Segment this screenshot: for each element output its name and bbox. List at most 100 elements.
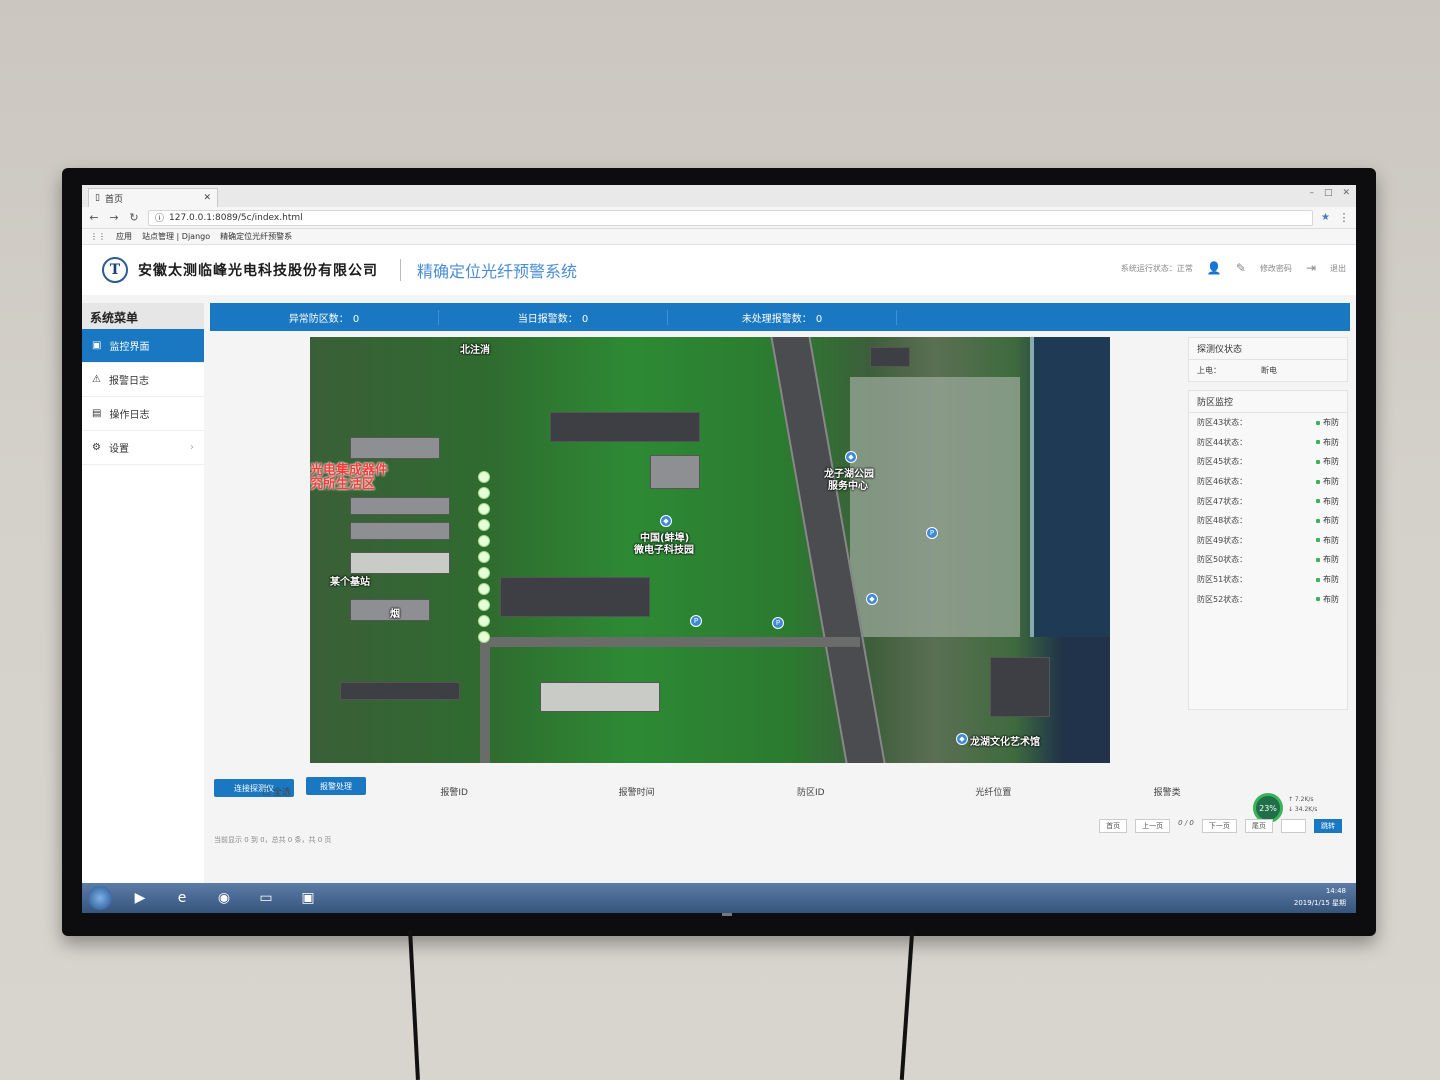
logout-link[interactable]: 退出: [1330, 263, 1346, 274]
chrome-icon[interactable]: ◉: [210, 886, 238, 910]
table-footer-info: 当前显示 0 到 0，总共 0 条，共 0 页: [214, 836, 332, 844]
zone-label: 防区43状态：: [1197, 418, 1248, 428]
stats-bar: 异常防区数： 0 当日报警数： 0 未处理报警数： 0: [210, 303, 1350, 331]
status-led-icon: [1316, 459, 1320, 464]
sidebar-item-settings[interactable]: ⚙ 设置 ›: [82, 431, 204, 465]
media-player-icon[interactable]: ▶: [126, 886, 154, 910]
minimize-icon[interactable]: –: [1309, 188, 1314, 198]
alarm-table-header: ☐ 全选 报警ID 报警时间 防区ID 光纤位置 报警类: [262, 785, 1332, 798]
gear-icon: ⚙: [92, 442, 101, 453]
first-page-button[interactable]: 首页: [1099, 819, 1128, 833]
reload-icon[interactable]: ↻: [128, 211, 140, 224]
fiber-sensor-point[interactable]: [478, 535, 490, 547]
parking-icon[interactable]: P: [690, 615, 702, 627]
close-window-icon[interactable]: ✕: [1342, 188, 1350, 198]
stat-label: 未处理报警数：: [741, 313, 812, 325]
main-area: 系统菜单 ▣ 监控界面 ⚠ 报警日志 ▤ 操作日志 ⚙ 设置 › 异常防区数： 0: [82, 295, 1356, 883]
zone-monitor-title: 防区监控: [1189, 391, 1347, 413]
clock-time[interactable]: 14:48: [1294, 885, 1346, 897]
menu-icon[interactable]: ⋮: [1338, 211, 1350, 224]
maximize-icon[interactable]: □: [1324, 188, 1333, 198]
zone-label: 防区49状态：: [1197, 535, 1248, 545]
next-page-button[interactable]: 下一页: [1201, 819, 1237, 833]
back-icon[interactable]: ←: [88, 211, 100, 224]
clock-date[interactable]: 2019/1/15 星期: [1294, 897, 1346, 909]
folder-icon[interactable]: ▭: [252, 886, 280, 910]
map-label: 某个基站: [330, 577, 370, 588]
building: [870, 347, 910, 367]
zone-label: 防区48状态：: [1197, 516, 1248, 526]
fiber-sensor-point[interactable]: [478, 583, 490, 595]
last-page-button[interactable]: 尾页: [1244, 819, 1273, 833]
detector-status-title: 探测仪状态: [1189, 338, 1347, 360]
bookmark-apps[interactable]: 应用: [116, 231, 132, 242]
jump-button[interactable]: 跳转: [1314, 819, 1342, 833]
sidebar-item-monitor[interactable]: ▣ 监控界面: [82, 329, 204, 363]
column-header[interactable]: 防区ID: [797, 785, 975, 798]
fiber-sensor-point[interactable]: [478, 567, 490, 579]
page-jump-input[interactable]: [1280, 819, 1306, 833]
column-header[interactable]: 光纤位置: [975, 785, 1153, 798]
fiber-sensor-point[interactable]: [478, 599, 490, 611]
fiber-sensor-point[interactable]: [478, 631, 490, 643]
address-bar[interactable]: ⓘ 127.0.0.1:8089/5c/index.html: [148, 209, 1314, 226]
bookmark-system[interactable]: 精确定位光纤预警系: [220, 231, 292, 242]
select-all-checkbox[interactable]: ☐ 全选: [262, 785, 440, 798]
change-password-link[interactable]: 修改密码: [1260, 263, 1292, 274]
info-icon: ⓘ: [155, 214, 165, 224]
fiber-sensor-point[interactable]: [478, 503, 490, 515]
building: [500, 577, 650, 617]
fiber-sensor-point[interactable]: [478, 519, 490, 531]
column-header[interactable]: 报警ID: [440, 785, 618, 798]
satellite-map[interactable]: 北注消 光电集成器件 究所生活区 中国(蚌埠) 微电子科技园 龙子湖公园 服务中…: [310, 337, 1110, 763]
zone-status: 布防: [1323, 516, 1339, 526]
status-led-icon: [1316, 479, 1320, 484]
sidebar-item-label: 报警日志: [108, 376, 149, 387]
map-label: 北注消: [460, 345, 490, 356]
user-icon[interactable]: 👤: [1207, 261, 1222, 275]
parking-icon[interactable]: P: [772, 617, 784, 629]
bookmarks-bar: ⋮⋮ 应用 站点管理 | Django 精确定位光纤预警系: [82, 229, 1356, 245]
fiber-sensor-point[interactable]: [478, 615, 490, 627]
building: [350, 497, 450, 515]
video-app-icon[interactable]: ▣: [294, 886, 322, 910]
zone-row: 防区47状态： 布防: [1189, 491, 1347, 511]
zone-row: 防区49状态： 布防: [1189, 531, 1347, 551]
poi-marker-icon[interactable]: ◆: [956, 733, 968, 745]
fiber-sensor-point[interactable]: [478, 487, 490, 499]
warning-icon: ⚠: [92, 374, 101, 385]
poi-marker-icon[interactable]: ◆: [660, 515, 672, 527]
status-led-icon: [1316, 499, 1320, 504]
power-value: 断电: [1261, 366, 1277, 375]
building: [990, 657, 1050, 717]
app-header: T 安徽太测临峰光电科技股份有限公司 精确定位光纤预警系统 系统运行状态：正常 …: [82, 245, 1356, 295]
bookmark-star-icon[interactable]: ★: [1321, 212, 1330, 223]
sidebar-item-operation-log[interactable]: ▤ 操作日志: [82, 397, 204, 431]
status-led-icon: [1316, 557, 1320, 562]
zone-row: 防区51状态： 布防: [1189, 570, 1347, 590]
zone-label: 防区45状态：: [1197, 457, 1248, 467]
log-icon: ▤: [92, 408, 102, 419]
prev-page-button[interactable]: 上一页: [1135, 819, 1171, 833]
lake: [1030, 337, 1110, 637]
start-button[interactable]: [88, 886, 112, 910]
stat-value: 0: [815, 313, 823, 325]
fiber-sensor-point[interactable]: [478, 471, 490, 483]
bookmark-django[interactable]: 站点管理 | Django: [142, 231, 210, 242]
apps-icon[interactable]: ⋮⋮: [90, 232, 106, 241]
forward-icon[interactable]: →: [108, 211, 120, 224]
zone-row: 防区43状态： 布防: [1189, 413, 1347, 433]
zone-label: 防区44状态：: [1197, 437, 1248, 447]
poi-marker-icon[interactable]: ◆: [845, 451, 857, 463]
fiber-sensor-point[interactable]: [478, 551, 490, 563]
column-header[interactable]: 报警时间: [619, 785, 797, 798]
parking-icon[interactable]: P: [926, 527, 938, 539]
ie-browser-icon[interactable]: e: [168, 886, 196, 910]
browser-tab[interactable]: ▯ 首页 ✕: [88, 188, 218, 207]
page-icon: ▯: [95, 193, 100, 203]
zone-status: 布防: [1323, 535, 1339, 545]
sidebar-item-alarm-log[interactable]: ⚠ 报警日志: [82, 363, 204, 397]
close-tab-icon[interactable]: ✕: [203, 193, 211, 203]
poi-marker-icon[interactable]: ◆: [866, 593, 878, 605]
taskbar: ▶ e ◉ ▭ ▣ 14:48 2019/1/15 星期: [82, 883, 1356, 913]
